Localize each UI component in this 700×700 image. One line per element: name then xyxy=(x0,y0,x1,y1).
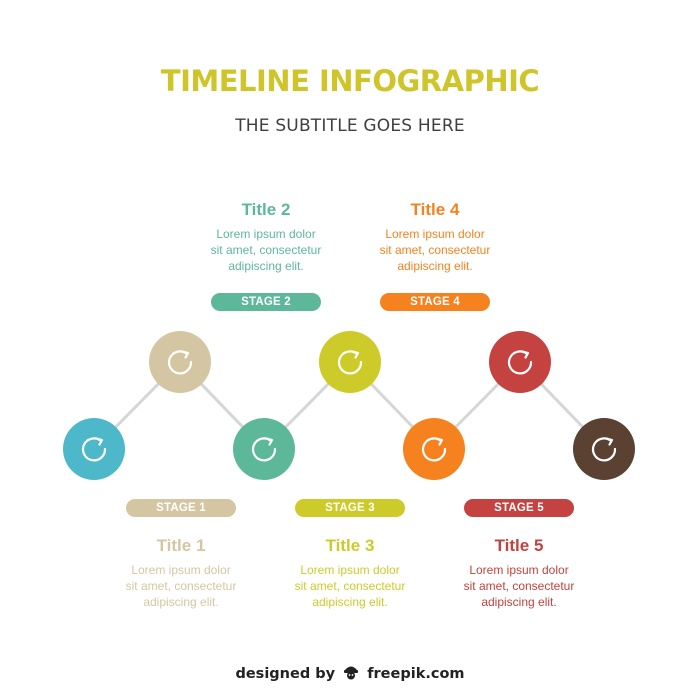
attribution-brand: freepik.com xyxy=(367,666,465,682)
stage-3-pill: STAGE 3 xyxy=(295,499,405,517)
timeline-node-4 xyxy=(319,331,381,393)
stage-2-desc-line-3: adipiscing elit. xyxy=(228,259,304,273)
stage-4-description: Lorem ipsum dolor sit amet, consectetur … xyxy=(350,226,520,274)
stage-1-desc-line-3: adipiscing elit. xyxy=(143,595,219,609)
infographic-page: TIMELINE INFOGRAPHIC THE SUBTITLE GOES H… xyxy=(0,0,700,700)
stage-1-title: Title 1 xyxy=(156,536,206,555)
stage-4-desc-line-3: adipiscing elit. xyxy=(397,259,473,273)
stage-2-pill: STAGE 2 xyxy=(211,293,321,311)
stage-5-title: Title 5 xyxy=(494,536,544,555)
timeline-node-7 xyxy=(573,418,635,480)
stage-5-pill: STAGE 5 xyxy=(464,499,574,517)
stage-4-title: Title 4 xyxy=(410,200,460,219)
stage-3-desc-line-2: sit amet, consectetur xyxy=(294,579,406,593)
stage-5-description: Lorem ipsum dolor sit amet, consectetur … xyxy=(434,562,604,610)
attribution-prefix: designed by xyxy=(235,666,336,682)
stage-2-desc-line-2: sit amet, consectetur xyxy=(210,243,322,257)
stage-1-pill: STAGE 1 xyxy=(126,499,236,517)
stage-2-desc-line-1: Lorem ipsum dolor xyxy=(216,227,316,241)
stage-4-desc-line-2: sit amet, consectetur xyxy=(379,243,491,257)
refresh-icon xyxy=(251,437,277,462)
stage-3-description: Lorem ipsum dolor sit amet, consectetur … xyxy=(265,562,435,610)
attribution: designed by freepik.com xyxy=(0,663,700,685)
stage-1-desc-line-2: sit amet, consectetur xyxy=(125,579,237,593)
stage-5-desc-line-1: Lorem ipsum dolor xyxy=(469,563,569,577)
stage-1-desc-line-1: Lorem ipsum dolor xyxy=(131,563,231,577)
stage-2-title: Title 2 xyxy=(241,200,291,219)
timeline-node-3 xyxy=(233,418,295,480)
stage-4-desc-line-1: Lorem ipsum dolor xyxy=(385,227,485,241)
refresh-icon xyxy=(591,437,617,462)
freepik-logo-icon xyxy=(342,663,360,685)
refresh-icon xyxy=(337,350,363,375)
stage-4-pill: STAGE 4 xyxy=(380,293,490,311)
stage-1-description: Lorem ipsum dolor sit amet, consectetur … xyxy=(96,562,266,610)
stage-2-description: Lorem ipsum dolor sit amet, consectetur … xyxy=(181,226,351,274)
refresh-icon xyxy=(421,437,447,462)
refresh-icon xyxy=(81,437,107,462)
timeline-node-6 xyxy=(489,331,551,393)
stage-3-title: Title 3 xyxy=(325,536,375,555)
stage-3-desc-line-3: adipiscing elit. xyxy=(312,595,388,609)
timeline-node-5 xyxy=(403,418,465,480)
refresh-icon xyxy=(167,350,193,375)
stage-5-desc-line-3: adipiscing elit. xyxy=(481,595,557,609)
refresh-icon xyxy=(507,350,533,375)
stage-3-desc-line-1: Lorem ipsum dolor xyxy=(300,563,400,577)
timeline-node-1 xyxy=(63,418,125,480)
stage-5-desc-line-2: sit amet, consectetur xyxy=(463,579,575,593)
timeline-node-2 xyxy=(149,331,211,393)
